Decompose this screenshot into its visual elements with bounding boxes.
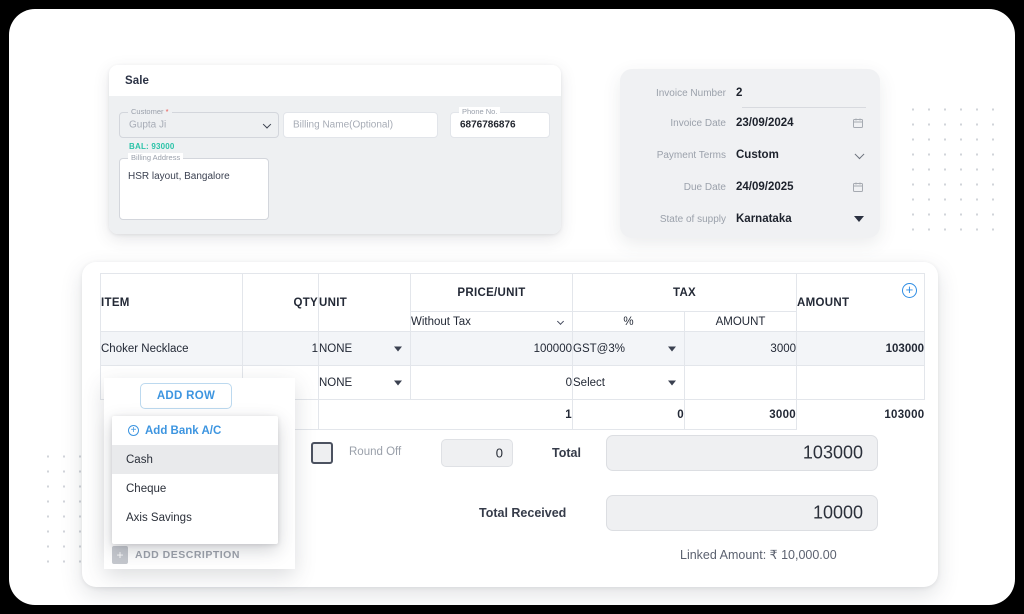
dropdown-item-axis-savings[interactable]: Axis Savings (112, 503, 278, 532)
sale-title: Sale (125, 74, 150, 87)
due-date-label: Due Date (683, 181, 726, 193)
total-received-value: 10000 (812, 502, 863, 523)
caret-down-icon (668, 380, 676, 385)
cell-price-unit[interactable]: 0 (410, 365, 573, 400)
invoice-date-value: 23/09/2024 (736, 117, 794, 129)
total-qty: 1 (318, 399, 573, 430)
customer-select[interactable]: Customer * Gupta Ji (119, 107, 279, 138)
cell-tax-percent-select[interactable]: GST@3% (572, 331, 685, 366)
add-description-label: ADD DESCRIPTION (135, 549, 240, 561)
caret-down-icon (394, 346, 402, 351)
phone-input[interactable]: Phone No. 6876786876 (450, 107, 550, 138)
cell-unit-select[interactable]: NONE (318, 331, 411, 366)
invoice-details-panel: Invoice Number 2 Invoice Date 23/09/2024… (620, 69, 880, 238)
billing-address-value: HSR layout, Bangalore (128, 171, 230, 182)
total-received-label: Total Received (479, 506, 567, 520)
customer-value: Gupta Ji (129, 119, 167, 131)
total-amount: 103000 (796, 399, 925, 430)
add-bank-account-item[interactable]: + Add Bank A/C (112, 416, 278, 445)
payment-terms-label: Payment Terms (656, 149, 726, 161)
table-row[interactable]: Choker Necklace 1 NONE 100000 GST@3% 300… (100, 331, 926, 366)
header-unit: UNIT (318, 273, 411, 332)
billing-name-placeholder: Billing Name(Optional) (293, 119, 394, 131)
invoice-number-label: Invoice Number (655, 87, 726, 99)
caret-down-icon (668, 346, 676, 351)
state-of-supply-row[interactable]: State of supply Karnataka (620, 204, 880, 234)
calendar-icon[interactable] (852, 117, 864, 129)
payment-terms-row[interactable]: Payment Terms Custom (620, 140, 880, 170)
header-item: ITEM (100, 273, 243, 332)
total-label: Total (552, 446, 581, 460)
header-price-unit: PRICE/UNIT (410, 273, 573, 312)
round-off-label: Round Off (349, 446, 402, 458)
invoice-date-row[interactable]: Invoice Date 23/09/2024 (620, 108, 880, 138)
sale-card: Sale Customer * Gupta Ji BAL: 93000 Bill… (109, 65, 561, 234)
total-received-field[interactable]: 10000 (606, 495, 878, 531)
state-of-supply-value: Karnataka (736, 213, 792, 225)
customer-label: Customer * (128, 107, 172, 117)
chevron-down-icon (556, 317, 565, 325)
cell-item[interactable]: Choker Necklace (100, 331, 243, 366)
caret-down-icon[interactable] (854, 216, 864, 222)
add-description-button[interactable]: + ADD DESCRIPTION (112, 546, 240, 564)
outer-frame: Sale Customer * Gupta Ji BAL: 93000 Bill… (0, 0, 1024, 614)
customer-balance: BAL: 93000 (129, 142, 175, 151)
billing-name-input[interactable]: Billing Name(Optional) (283, 112, 438, 138)
add-row-button[interactable]: ADD ROW (140, 383, 232, 409)
round-off-input[interactable]: 0 (441, 439, 513, 467)
sale-card-header: Sale (109, 65, 561, 96)
required-mark: * (165, 107, 169, 116)
total-tax-amount: 3000 (684, 399, 798, 430)
linked-amount-text: Linked Amount: ₹ 10,000.00 (680, 548, 837, 562)
invoice-number-row[interactable]: Invoice Number 2 (620, 78, 880, 108)
bank-account-dropdown[interactable]: + Add Bank A/C Cash Cheque Axis Savings (112, 416, 278, 544)
due-date-value: 24/09/2025 (736, 181, 794, 193)
phone-value: 6876786876 (460, 119, 516, 131)
dropdown-item-cheque[interactable]: Cheque (112, 474, 278, 503)
cell-price-unit[interactable]: 100000 (410, 331, 573, 366)
app-screen: Sale Customer * Gupta Ji BAL: 93000 Bill… (9, 9, 1015, 605)
calendar-icon[interactable] (852, 181, 864, 193)
dropdown-item-cash[interactable]: Cash (112, 445, 278, 474)
sale-card-body: Customer * Gupta Ji BAL: 93000 Billing A… (109, 96, 561, 234)
dot-grid-decoration-right (902, 99, 1001, 235)
plus-circle-icon: + (128, 425, 139, 436)
total-tax-percent: 0 (572, 399, 685, 430)
cell-amount: 103000 (796, 331, 926, 366)
cell-qty[interactable]: 1 (242, 331, 319, 366)
cell-tax-percent-select[interactable]: Select (572, 365, 685, 400)
total-value: 103000 (802, 442, 863, 463)
cell-tax-amount: 3000 (683, 331, 798, 366)
billing-address-field[interactable]: Billing Address HSR layout, Bangalore (119, 153, 269, 220)
header-amount: AMOUNT + (796, 273, 926, 332)
table-header-main-row: ITEM QTY UNIT PRICE/UNIT TAX AMOUNT + (100, 273, 926, 332)
round-off-checkbox[interactable] (311, 442, 333, 464)
plus-circle-icon[interactable]: + (902, 283, 918, 298)
phone-label: Phone No. (459, 107, 501, 117)
state-of-supply-label: State of supply (659, 213, 726, 225)
document-plus-icon: + (112, 546, 128, 564)
chevron-down-icon[interactable] (854, 149, 865, 160)
header-tax-amount: AMOUNT (683, 311, 798, 332)
invoice-date-label: Invoice Date (670, 117, 726, 129)
billing-address-label: Billing Address (128, 153, 184, 163)
round-off-value: 0 (495, 445, 503, 461)
price-unit-tax-mode-select[interactable]: Without Tax (410, 311, 573, 332)
cell-amount (796, 365, 926, 400)
cell-unit-select[interactable]: NONE (318, 365, 411, 400)
header-tax-percent: % (572, 311, 685, 332)
header-qty: QTY (242, 273, 319, 332)
chevron-down-icon (262, 120, 272, 129)
invoice-number-value: 2 (736, 87, 743, 99)
header-tax: TAX (571, 273, 798, 312)
cell-tax-amount (683, 365, 798, 400)
total-field[interactable]: 103000 (606, 435, 878, 471)
due-date-row[interactable]: Due Date 24/09/2025 (620, 172, 880, 202)
payment-terms-value: Custom (736, 149, 779, 161)
caret-down-icon (394, 380, 402, 385)
